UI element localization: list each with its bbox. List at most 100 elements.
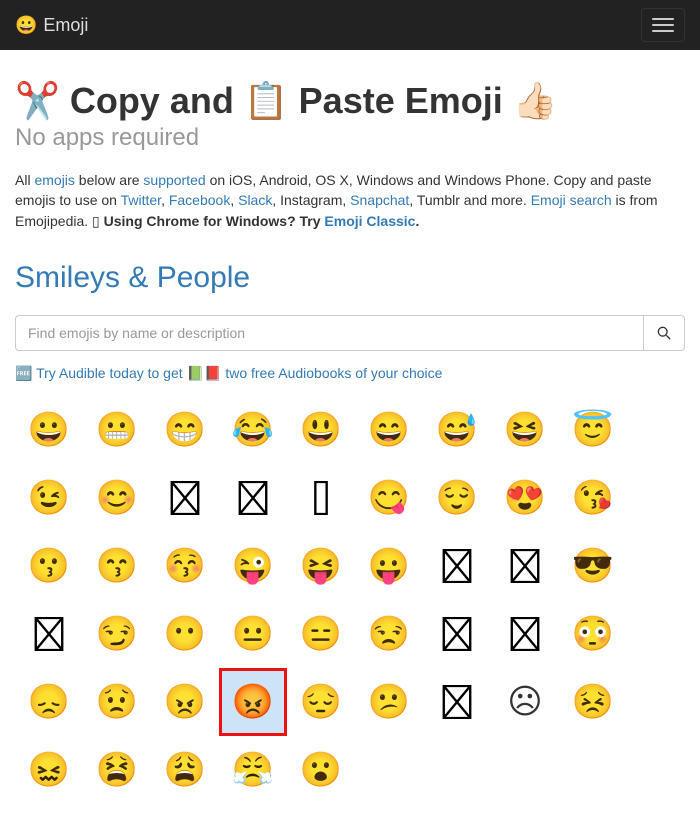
emoji-confused[interactable]: 😕	[355, 668, 423, 736]
emoji-sweat-smile[interactable]: 😅	[423, 396, 491, 464]
hamburger-icon	[652, 18, 674, 20]
emoji-money-mouth[interactable]	[423, 532, 491, 600]
emoji-char: 😉	[28, 478, 70, 518]
emoji-char: 😜	[232, 546, 274, 586]
emoji-unamused[interactable]: 😒	[355, 600, 423, 668]
emoji-char: 😮	[300, 750, 342, 790]
emoji-joy[interactable]: 😂	[219, 396, 287, 464]
page-container: ✂️ Copy and 📋 Paste Emoji 👍🏻 No apps req…	[0, 50, 700, 824]
emoji-stuck-out-tongue-wink[interactable]: 😜	[219, 532, 287, 600]
emoji-char: 😖	[28, 750, 70, 790]
link-slack[interactable]: Slack	[238, 192, 272, 208]
emoji-angry[interactable]: 😠	[151, 668, 219, 736]
emoji-grimacing[interactable]: 😬	[83, 396, 151, 464]
emoji-char: 😚	[164, 546, 206, 586]
emoji-char: 😎	[572, 546, 614, 586]
emoji-expressionless[interactable]: 😑	[287, 600, 355, 668]
emoji-grin[interactable]: 😁	[151, 396, 219, 464]
emoji-kissing-smiling-eyes[interactable]: 😙	[83, 532, 151, 600]
emoji-char: 😍	[504, 478, 546, 518]
missing-glyph-icon	[236, 481, 270, 515]
emoji-char: 😝	[300, 546, 342, 586]
emoji-relieved[interactable]: 😌	[423, 464, 491, 532]
emoji-char: 😬	[96, 410, 138, 450]
emoji-hugging[interactable]	[15, 600, 83, 668]
emoji-char: 😂	[232, 410, 274, 450]
emoji-smirk[interactable]: 😏	[83, 600, 151, 668]
emoji-weary[interactable]: 😩	[151, 736, 219, 804]
missing-glyph-icon	[508, 549, 542, 583]
promo-link-1[interactable]: Try Audible today to get	[36, 365, 183, 381]
missing-glyph-icon	[32, 617, 66, 651]
emoji-stuck-out-tongue-closed[interactable]: 😝	[287, 532, 355, 600]
link-facebook[interactable]: Facebook	[169, 192, 230, 208]
emoji-smile[interactable]: 😄	[355, 396, 423, 464]
emoji-char: 😀	[28, 410, 70, 450]
link-twitter[interactable]: Twitter	[121, 192, 161, 208]
search-input[interactable]	[15, 315, 643, 351]
emoji-relaxed[interactable]	[287, 464, 355, 532]
brand-emoji-icon: 😀	[15, 15, 37, 36]
emoji-laughing[interactable]: 😆	[491, 396, 559, 464]
emoji-innocent[interactable]: 😇	[559, 396, 627, 464]
missing-glyph-icon	[304, 481, 338, 515]
emoji-char: 😗	[28, 546, 70, 586]
emoji-yum[interactable]: 😋	[355, 464, 423, 532]
section-heading[interactable]: Smileys & People	[15, 261, 685, 295]
brand-label: Emoji	[43, 15, 88, 36]
link-emojis[interactable]: emojis	[34, 172, 74, 188]
emoji-char: 😩	[164, 750, 206, 790]
link-emoji-classic[interactable]: Emoji Classic	[324, 213, 415, 229]
emoji-sunglasses[interactable]: 😎	[559, 532, 627, 600]
emoji-char: 😞	[28, 682, 70, 722]
emoji-flushed[interactable]: 😳	[559, 600, 627, 668]
emoji-slightly-frowning[interactable]	[423, 668, 491, 736]
emoji-wink[interactable]: 😉	[15, 464, 83, 532]
emoji-grinning[interactable]: 😀	[15, 396, 83, 464]
emoji-smiley[interactable]: 😃	[287, 396, 355, 464]
emoji-char: 😣	[572, 682, 614, 722]
emoji-heart-eyes[interactable]: 😍	[491, 464, 559, 532]
link-snapchat[interactable]: Snapchat	[350, 192, 409, 208]
emoji-char: 😶	[164, 614, 206, 654]
search-button[interactable]	[643, 315, 685, 351]
emoji-thinking[interactable]	[491, 600, 559, 668]
emoji-persevere[interactable]: 😣	[559, 668, 627, 736]
emoji-char: 😕	[368, 682, 410, 722]
link-supported[interactable]: supported	[143, 172, 205, 188]
emoji-char: 😆	[504, 410, 546, 450]
emoji-stuck-out-tongue[interactable]: 😛	[355, 532, 423, 600]
emoji-upside-down[interactable]	[219, 464, 287, 532]
emoji-frowning-2[interactable]: ☹	[491, 668, 559, 736]
emoji-char: 😠	[164, 682, 206, 722]
emoji-no-mouth[interactable]: 😶	[151, 600, 219, 668]
brand[interactable]: 😀 Emoji	[15, 15, 88, 36]
emoji-rage[interactable]: 😡	[219, 668, 287, 736]
emoji-neutral[interactable]: 😐	[219, 600, 287, 668]
link-emoji-search[interactable]: Emoji search	[531, 192, 612, 208]
emoji-confounded[interactable]: 😖	[15, 736, 83, 804]
emoji-nerd[interactable]	[491, 532, 559, 600]
search-row	[15, 315, 685, 351]
emoji-worried[interactable]: 😟	[83, 668, 151, 736]
emoji-pensive[interactable]: 😔	[287, 668, 355, 736]
emoji-kissing-heart[interactable]: 😘	[559, 464, 627, 532]
emoji-slightly-smiling[interactable]	[151, 464, 219, 532]
emoji-char: 😫	[96, 750, 138, 790]
emoji-kissing[interactable]: 😗	[15, 532, 83, 600]
emoji-disappointed[interactable]: 😞	[15, 668, 83, 736]
emoji-char: 😳	[572, 614, 614, 654]
emoji-triumph[interactable]: 😤	[219, 736, 287, 804]
menu-toggle-button[interactable]	[641, 8, 685, 42]
emoji-tired-face[interactable]: 😫	[83, 736, 151, 804]
emoji-rolling-eyes[interactable]	[423, 600, 491, 668]
emoji-kissing-closed-eyes[interactable]: 😚	[151, 532, 219, 600]
emoji-blush[interactable]: 😊	[83, 464, 151, 532]
emoji-open-mouth[interactable]: 😮	[287, 736, 355, 804]
page-title: ✂️ Copy and 📋 Paste Emoji 👍🏻	[15, 80, 685, 122]
emoji-char: 😊	[96, 478, 138, 518]
missing-glyph-icon	[168, 481, 202, 515]
promo-link-2[interactable]: two free Audiobooks of your choice	[225, 365, 442, 381]
emoji-char: 😡	[232, 682, 274, 722]
emoji-char: 😁	[164, 410, 206, 450]
